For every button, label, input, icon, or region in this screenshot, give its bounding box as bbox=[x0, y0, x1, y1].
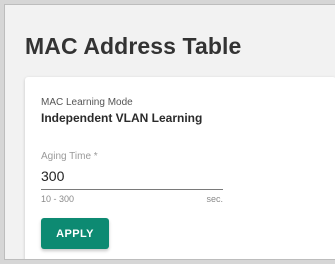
apply-button[interactable]: APPLY bbox=[41, 218, 109, 249]
learning-mode-label: MAC Learning Mode bbox=[41, 97, 133, 108]
page-title: MAC Address Table bbox=[25, 33, 242, 59]
page-frame: MAC Address Table MAC Learning Mode Inde… bbox=[4, 4, 335, 260]
settings-card: MAC Learning Mode Independent VLAN Learn… bbox=[25, 77, 335, 259]
aging-time-hint-row: 10 - 300 sec. bbox=[41, 194, 223, 204]
learning-mode-value: Independent VLAN Learning bbox=[41, 111, 203, 125]
aging-time-label: Aging Time * bbox=[41, 151, 98, 162]
aging-time-unit: sec. bbox=[206, 194, 223, 204]
aging-time-range-hint: 10 - 300 bbox=[41, 194, 75, 204]
aging-time-input[interactable] bbox=[41, 166, 223, 190]
aging-time-field: Aging Time * 10 - 300 sec. bbox=[41, 151, 223, 204]
